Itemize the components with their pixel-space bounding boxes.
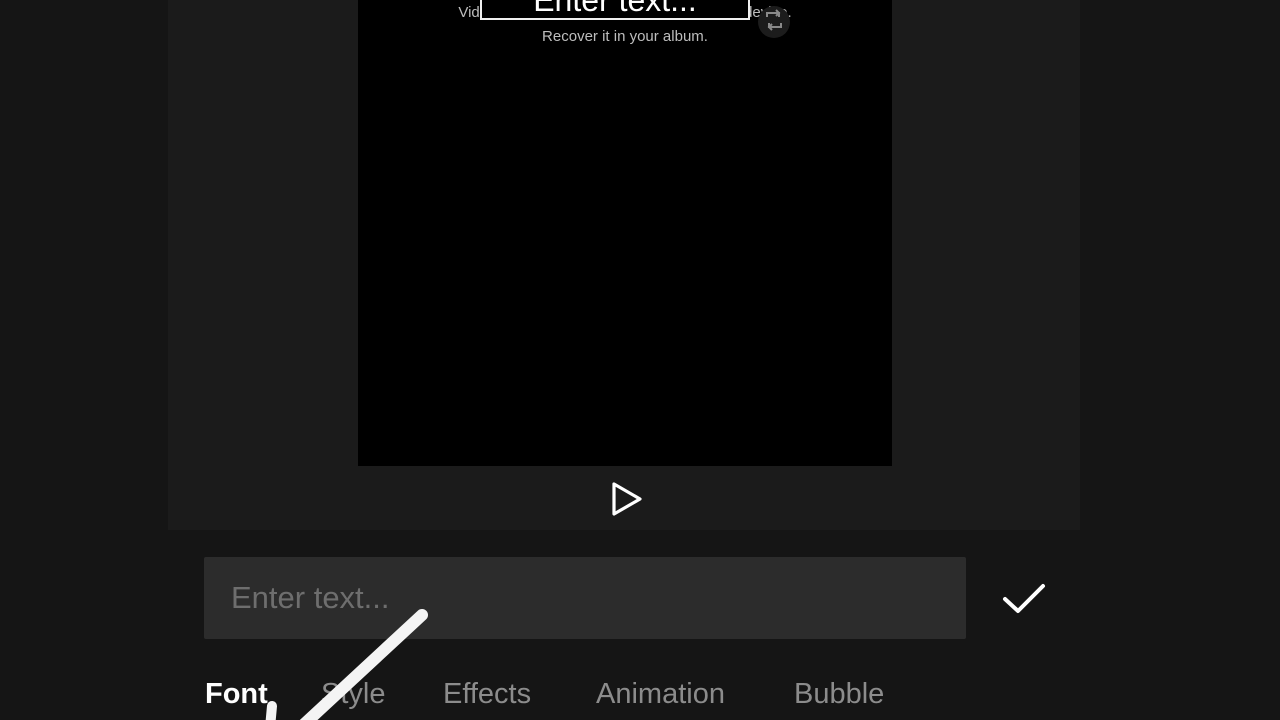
rotate-handle[interactable] bbox=[758, 6, 790, 38]
play-icon bbox=[610, 481, 644, 522]
text-options-tabs: Font Style Effects Animation Bubble bbox=[0, 672, 1280, 720]
tab-animation[interactable]: Animation bbox=[596, 678, 725, 711]
text-input[interactable] bbox=[204, 557, 966, 639]
confirm-button[interactable] bbox=[996, 578, 1052, 624]
checkmark-icon bbox=[1000, 581, 1048, 622]
tab-style[interactable]: Style bbox=[321, 678, 385, 711]
video-preview[interactable]: Video or photo is deleted or moved in yo… bbox=[358, 0, 892, 466]
tab-font[interactable]: Font bbox=[205, 678, 268, 711]
text-editor-screen: Video or photo is deleted or moved in yo… bbox=[0, 0, 1280, 720]
rotate-handle-icon bbox=[762, 8, 786, 37]
missing-media-hint: Recover it in your album. bbox=[542, 28, 708, 45]
tab-bubble[interactable]: Bubble bbox=[794, 678, 884, 711]
text-overlay-box[interactable]: Enter text... bbox=[480, 0, 750, 20]
tab-effects[interactable]: Effects bbox=[443, 678, 531, 711]
text-overlay-content: Enter text... bbox=[533, 0, 697, 18]
play-button[interactable] bbox=[604, 478, 650, 524]
